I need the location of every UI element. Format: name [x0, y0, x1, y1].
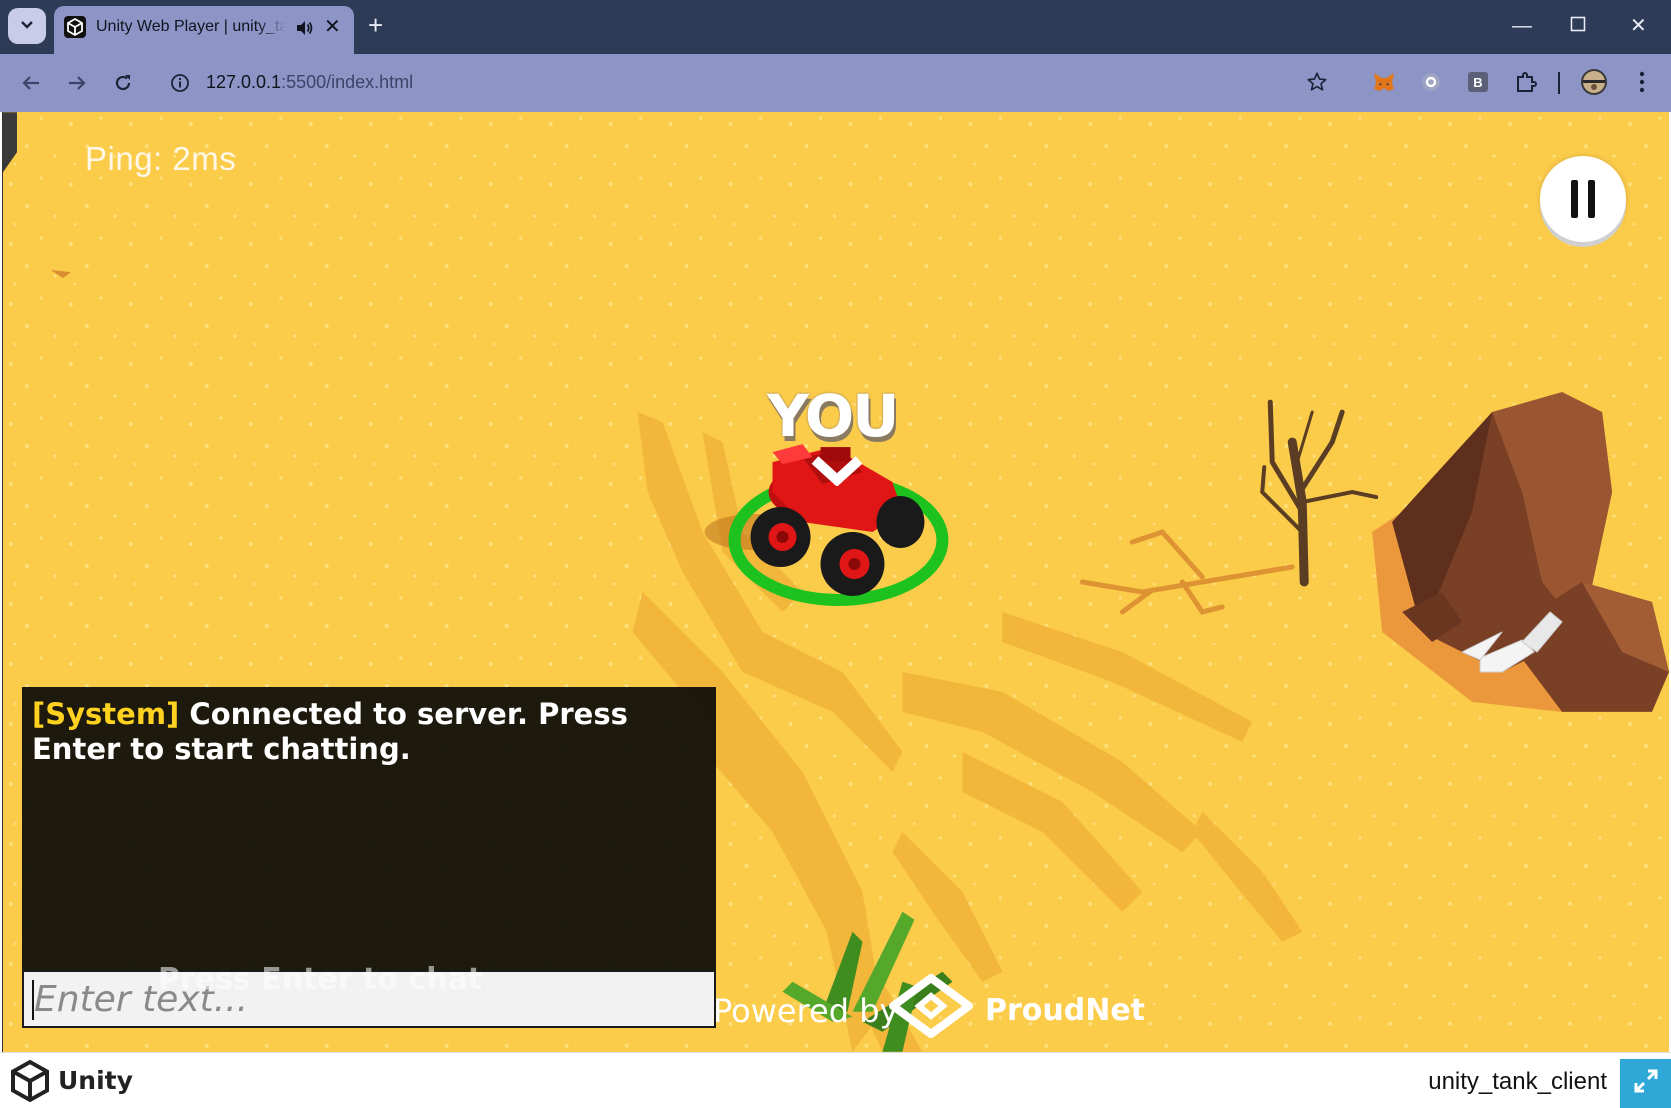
forward-arrow-icon[interactable] [64, 70, 90, 96]
chevron-down-icon [20, 17, 34, 35]
bookmark-star-icon[interactable] [1306, 71, 1328, 98]
metamask-fox-icon[interactable] [1370, 68, 1398, 96]
unity-footer: Unity unity_tank_client [0, 1052, 1671, 1108]
back-arrow-icon[interactable] [18, 70, 44, 96]
ping-readout: Ping: 2ms [85, 140, 237, 177]
window-close-icon[interactable]: ✕ [1630, 14, 1647, 38]
unity-logo-icon [8, 1059, 52, 1108]
menu-kebab-icon[interactable] [1628, 68, 1656, 96]
tab-close-icon[interactable]: ✕ [324, 16, 341, 38]
chat-hint: Press Enter to chat [158, 962, 483, 997]
build-title: unity_tank_client [1428, 1068, 1607, 1095]
unity-favicon-icon [64, 16, 86, 38]
player-label: YOU [767, 382, 899, 450]
browser-tab-bar: Unity Web Player | unity_tank_client ✕ +… [0, 0, 1671, 54]
extension-circle-icon[interactable] [1417, 68, 1445, 96]
pause-icon [1566, 180, 1600, 218]
tab-title: Unity Web Player | unity_tank_client [96, 18, 286, 35]
profile-avatar-icon[interactable] [1580, 68, 1608, 96]
extensions-puzzle-icon[interactable] [1512, 68, 1540, 96]
chat-message: [System] Connected to server. Press Ente… [32, 697, 712, 767]
powered-by-text: Powered by [713, 992, 899, 1030]
fullscreen-icon [1633, 1068, 1659, 1099]
tab-active[interactable]: Unity Web Player | unity_tank_client ✕ [54, 6, 354, 54]
minimize-icon[interactable]: — [1512, 14, 1532, 38]
new-tab-button[interactable]: + [368, 12, 383, 38]
url-host: 127.0.0.1 [206, 72, 282, 92]
unity-wordmark: Unity [58, 1066, 133, 1095]
proudnet-logo-icon [889, 974, 973, 1043]
tab-search-button[interactable] [8, 8, 46, 44]
pause-button[interactable] [1540, 156, 1626, 242]
svg-text:B: B [1473, 75, 1482, 90]
url-text: 127.0.0.1:5500/index.html [206, 72, 413, 93]
address-bar[interactable]: 127.0.0.1:5500/index.html [156, 61, 1346, 105]
extension-b-icon[interactable]: B [1464, 68, 1492, 96]
url-path: :5500/index.html [281, 72, 414, 92]
speaker-icon[interactable] [294, 18, 314, 43]
text-caret [32, 980, 34, 1020]
site-info-icon[interactable] [170, 73, 190, 98]
maximize-icon[interactable] [1570, 14, 1586, 38]
chat-system-tag: [System] [32, 697, 180, 731]
proudnet-brand: ProudNet [985, 993, 1146, 1028]
browser-toolbar: 127.0.0.1:5500/index.html B [0, 54, 1671, 112]
reload-icon[interactable] [110, 70, 136, 96]
chevron-down-icon [809, 452, 865, 491]
fullscreen-button[interactable] [1620, 1059, 1671, 1108]
toolbar-separator [1558, 72, 1560, 94]
unity-game-canvas[interactable]: Ping: 2ms YOU [System] Connected to serv… [2, 112, 1669, 1052]
